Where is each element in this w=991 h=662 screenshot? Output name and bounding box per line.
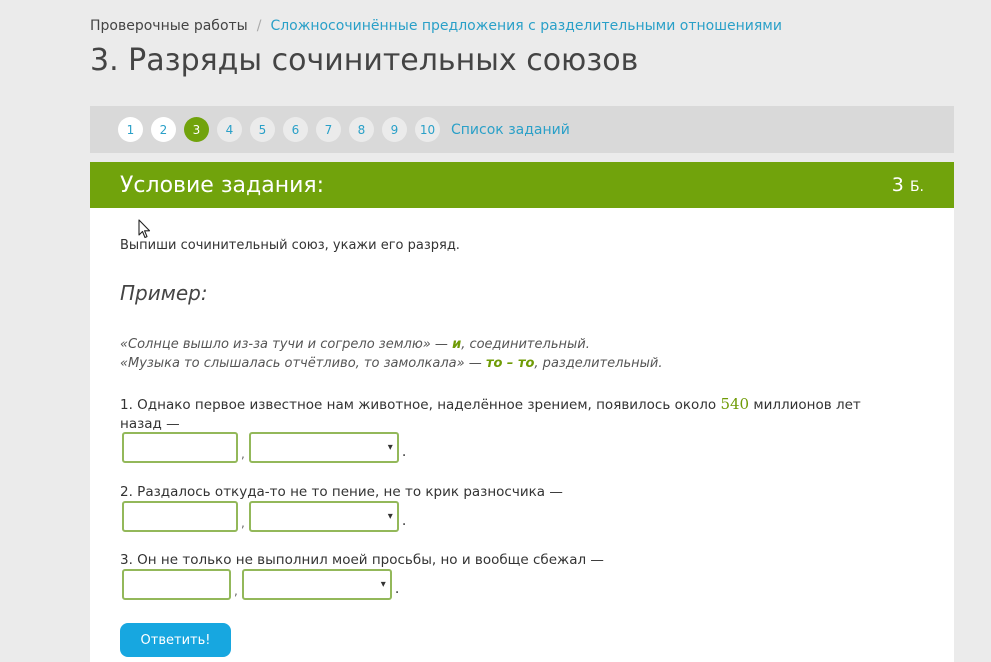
question-2-conjunction-input[interactable] — [122, 501, 238, 532]
comma-separator: , — [241, 447, 245, 461]
chevron-down-icon: ▾ — [380, 579, 386, 590]
page-button-10[interactable]: 10 — [415, 117, 440, 142]
period-separator: . — [401, 513, 407, 529]
submit-answer-button[interactable]: Ответить! — [120, 623, 231, 657]
example-heading: Пример: — [120, 281, 208, 305]
period-separator: . — [394, 581, 400, 597]
page-title: 3. Разряды сочинительных союзов — [90, 43, 639, 78]
page-button-1[interactable]: 1 — [118, 117, 143, 142]
question-3-answer-row: , ▾ . — [122, 569, 399, 600]
task-pager: 1 2 3 4 5 6 7 8 9 10 Список заданий — [90, 106, 954, 153]
points-value: 3 — [891, 174, 904, 196]
comma-separator: , — [234, 584, 238, 598]
task-condition-title: Условие задания: — [120, 172, 325, 198]
page-button-9[interactable]: 9 — [382, 117, 407, 142]
page-button-6[interactable]: 6 — [283, 117, 308, 142]
example-1-answer: и — [452, 337, 462, 352]
task-card-header: Условие задания: 3 Б. — [90, 162, 954, 208]
breadcrumb-current-link[interactable]: Сложносочинённые предложения с разделите… — [270, 18, 782, 34]
example-1-rest: , соединительный. — [461, 337, 590, 352]
question-1-answer-row: , ▾ . — [122, 432, 406, 463]
example-line-2: «Музыка то слышалась отчётливо, то замол… — [120, 356, 662, 371]
page-button-3-active[interactable]: 3 — [184, 117, 209, 142]
task-card: Условие задания: 3 Б. Выпиши сочинительн… — [90, 162, 954, 662]
question-1-text-part: 1. Однако первое известное нам животное,… — [120, 397, 721, 413]
period-separator: . — [401, 444, 407, 460]
comma-separator: , — [241, 516, 245, 530]
example-2-answer: то – то — [485, 356, 535, 371]
question-3-conjunction-input[interactable] — [122, 569, 231, 600]
question-2-category-select[interactable]: ▾ — [248, 501, 399, 532]
page-button-7[interactable]: 7 — [316, 117, 341, 142]
chevron-down-icon: ▾ — [387, 442, 393, 453]
page-button-5[interactable]: 5 — [250, 117, 275, 142]
question-1-text: 1. Однако первое известное нам животное,… — [120, 395, 880, 434]
chevron-down-icon: ▾ — [387, 511, 393, 522]
question-3-text: 3. Он не только не выполнил моей просьбы… — [120, 552, 604, 568]
question-1-number: 540 — [720, 395, 750, 413]
breadcrumb-root-link[interactable]: Проверочные работы — [90, 18, 248, 34]
example-line-1: «Солнце вышло из-за тучи и согрело землю… — [120, 337, 590, 352]
question-2-text: 2. Раздалось откуда-то не то пение, не т… — [120, 484, 563, 500]
example-1-quote: «Солнце вышло из-за тучи и согрело землю… — [120, 337, 453, 352]
breadcrumb: Проверочные работы / Сложносочинённые пред… — [90, 16, 782, 36]
breadcrumb-separator: / — [256, 18, 262, 34]
page-button-4[interactable]: 4 — [217, 117, 242, 142]
question-2-answer-row: , ▾ . — [122, 501, 406, 532]
question-1-conjunction-input[interactable] — [122, 432, 238, 463]
task-points: 3 Б. — [892, 174, 924, 196]
points-unit: Б. — [909, 179, 924, 195]
question-3-category-select[interactable]: ▾ — [241, 569, 392, 600]
mouse-cursor-icon — [138, 219, 151, 239]
task-list-link[interactable]: Список заданий — [451, 122, 570, 138]
page-button-2[interactable]: 2 — [151, 117, 176, 142]
example-2-rest: , разделительный. — [534, 356, 663, 371]
example-2-quote: «Музыка то слышалась отчётливо, то замол… — [120, 356, 486, 371]
page-button-8[interactable]: 8 — [349, 117, 374, 142]
question-1-category-select[interactable]: ▾ — [248, 432, 399, 463]
task-instruction: Выпиши сочинительный союз, укажи его раз… — [120, 238, 460, 253]
